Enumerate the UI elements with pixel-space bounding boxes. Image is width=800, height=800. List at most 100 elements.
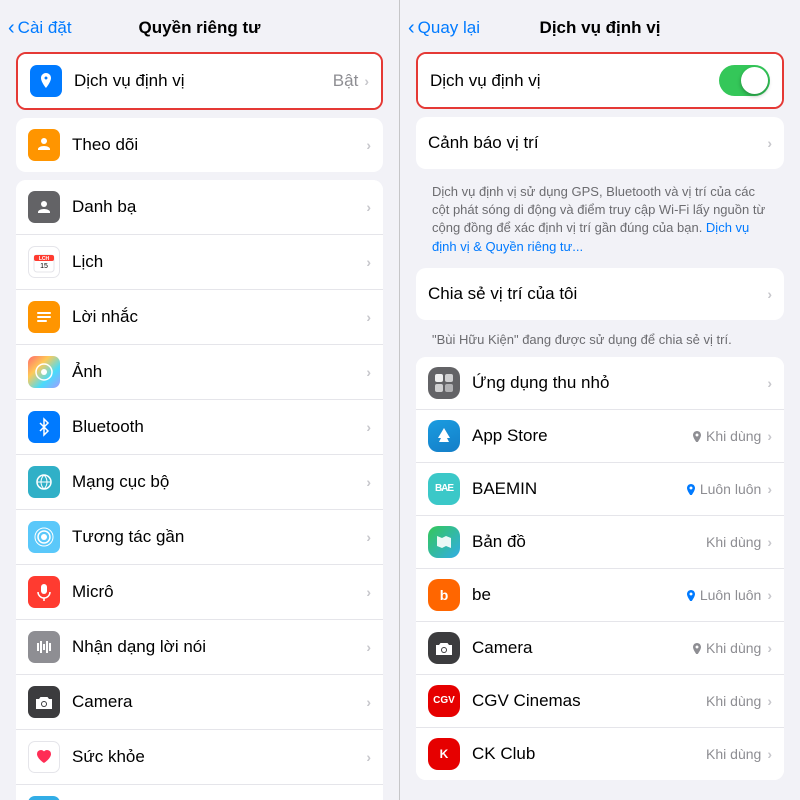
baemin-chevron: › (767, 481, 772, 497)
suc-khoe-icon (28, 741, 60, 773)
canh-bao-label: Cảnh báo vị trí (428, 133, 767, 153)
tuong-tac-gan-label: Tương tác gần (72, 527, 366, 547)
left-nav-title: Quyền riêng tư (139, 18, 261, 38)
be-status: Luôn luôn (685, 587, 762, 603)
right-panel: ‹ Quay lại Dịch vụ định vị Dịch vụ định … (400, 0, 800, 800)
location-services-highlighted[interactable]: Dịch vụ định vị Bật › (16, 52, 383, 110)
camera-right-name: Camera (472, 638, 691, 658)
be-chevron: › (767, 587, 772, 603)
ung-dung-thu-nho-icon (428, 367, 460, 399)
suc-khoe-chevron: › (366, 749, 371, 765)
left-chevron-icon: ‹ (8, 18, 15, 38)
location-services-label: Dịch vụ định vị (74, 71, 333, 91)
app-store-status: Khi dùng (691, 428, 761, 444)
app-store-item[interactable]: App Store Khi dùng › (416, 410, 784, 463)
baemin-location-icon (685, 483, 697, 495)
baemin-status: Luôn luôn (685, 481, 762, 497)
mang-cuc-bo-item[interactable]: Mạng cục bộ › (16, 455, 383, 510)
camera-right-item[interactable]: Camera Khi dùng › (416, 622, 784, 675)
ban-do-chevron: › (767, 534, 772, 550)
right-nav-bar: ‹ Quay lại Dịch vụ định vị (400, 0, 800, 52)
cgv-icon: CGV (428, 685, 460, 717)
right-content-list: Dịch vụ định vị Cảnh báo vị trí › Dịch v… (400, 52, 800, 800)
lich-icon: LCH 15 (28, 246, 60, 278)
danh-ba-chevron: › (366, 199, 371, 215)
chia-se-item[interactable]: Chia sẻ vị trí của tôi › (416, 268, 784, 320)
apps-list-group: Ứng dụng thu nhỏ › App Store Khi dùng › (416, 357, 784, 780)
tuong-tac-gan-item[interactable]: Tương tác gần › (16, 510, 383, 565)
suc-khoe-item[interactable]: Sức khỏe › (16, 730, 383, 785)
location-toggle-highlighted: Dịch vụ định vị (416, 52, 784, 109)
du-lieu-cam-bien-item[interactable]: Dữ liệu cảm biến & sử dụng của (16, 785, 383, 800)
cgv-item[interactable]: CGV CGV Cinemas Khi dùng › (416, 675, 784, 728)
ck-icon: K (428, 738, 460, 770)
baemin-item[interactable]: BAE BAEMIN Luôn luôn › (416, 463, 784, 516)
camera-item[interactable]: Camera › (16, 675, 383, 730)
du-lieu-cam-bien-icon (28, 796, 60, 800)
left-back-button[interactable]: ‹ Cài đặt (8, 18, 72, 38)
anh-chevron: › (366, 364, 371, 380)
location-toggle-item[interactable]: Dịch vụ định vị (418, 54, 782, 107)
location-services-item[interactable]: Dịch vụ định vị Bật › (18, 54, 381, 108)
theo-doi-label: Theo dõi (72, 135, 366, 155)
micro-icon (28, 576, 60, 608)
bluetooth-icon (28, 411, 60, 443)
ung-dung-thu-nho-chevron: › (767, 375, 772, 391)
ung-dung-thu-nho-name: Ứng dụng thu nhỏ (472, 373, 767, 393)
lich-item[interactable]: LCH 15 Lịch › (16, 235, 383, 290)
mang-cuc-bo-icon (28, 466, 60, 498)
ung-dung-thu-nho-item[interactable]: Ứng dụng thu nhỏ › (416, 357, 784, 410)
theo-doi-group: Theo dõi › (16, 118, 383, 172)
loi-nhac-chevron: › (366, 309, 371, 325)
theo-doi-icon (28, 129, 60, 161)
lich-chevron: › (366, 254, 371, 270)
svg-text:LCH: LCH (39, 256, 50, 262)
micro-item[interactable]: Micrô › (16, 565, 383, 620)
camera-left-chevron: › (366, 694, 371, 710)
app-store-name: App Store (472, 426, 691, 446)
bluetooth-item[interactable]: Bluetooth › (16, 400, 383, 455)
right-back-label: Quay lại (418, 18, 480, 38)
chia-se-footer-text: "Bùi Hữu Kiện" đang được sử dụng để chia… (432, 332, 732, 347)
svg-text:15: 15 (40, 263, 48, 270)
ban-do-name: Bản đồ (472, 532, 706, 552)
theo-doi-item[interactable]: Theo dõi › (16, 118, 383, 172)
danh-ba-item[interactable]: Danh bạ › (16, 180, 383, 235)
tuong-tac-gan-icon (28, 521, 60, 553)
be-item[interactable]: b be Luôn luôn › (416, 569, 784, 622)
canh-bao-item[interactable]: Cảnh báo vị trí › (416, 117, 784, 169)
camera-location-icon (691, 642, 703, 654)
nhan-dang-loi-noi-chevron: › (366, 639, 371, 655)
micro-chevron: › (366, 584, 371, 600)
location-toggle[interactable] (719, 65, 770, 96)
anh-label: Ảnh (72, 362, 366, 382)
loi-nhac-label: Lời nhắc (72, 307, 366, 327)
location-toggle-label: Dịch vụ định vị (430, 71, 719, 91)
camera-icon (28, 686, 60, 718)
ban-do-item[interactable]: Bản đồ Khi dùng › (416, 516, 784, 569)
nhan-dang-loi-noi-label: Nhận dạng lời nói (72, 637, 366, 657)
ck-name: CK Club (472, 744, 706, 764)
mang-cuc-bo-chevron: › (366, 474, 371, 490)
cgv-chevron: › (767, 693, 772, 709)
apps-group: Danh bạ › LCH 15 Lịch › (16, 180, 383, 800)
camera-left-label: Camera (72, 692, 366, 712)
chia-se-label: Chia sẻ vị trí của tôi (428, 284, 767, 304)
canh-bao-chevron: › (767, 135, 772, 151)
location-services-value: Bật (333, 71, 359, 91)
left-settings-list: Dịch vụ định vị Bật › Theo dõi › (0, 52, 399, 800)
app-store-location-icon (691, 430, 703, 442)
loi-nhac-item[interactable]: Lời nhắc › (16, 290, 383, 345)
ck-item[interactable]: K CK Club Khi dùng › (416, 728, 784, 780)
be-name: be (472, 585, 685, 605)
chia-se-group: Chia sẻ vị trí của tôi › (416, 268, 784, 320)
nhan-dang-loi-noi-item[interactable]: Nhận dạng lời nói › (16, 620, 383, 675)
danh-ba-icon (28, 191, 60, 223)
nhan-dang-loi-noi-icon (28, 631, 60, 663)
location-footer: Dịch vụ định vị sử dụng GPS, Bluetooth v… (416, 177, 784, 268)
right-back-button[interactable]: ‹ Quay lại (408, 18, 480, 38)
app-store-chevron: › (767, 428, 772, 444)
loi-nhac-icon (28, 301, 60, 333)
anh-item[interactable]: Ảnh › (16, 345, 383, 400)
right-chevron-icon: ‹ (408, 18, 415, 38)
